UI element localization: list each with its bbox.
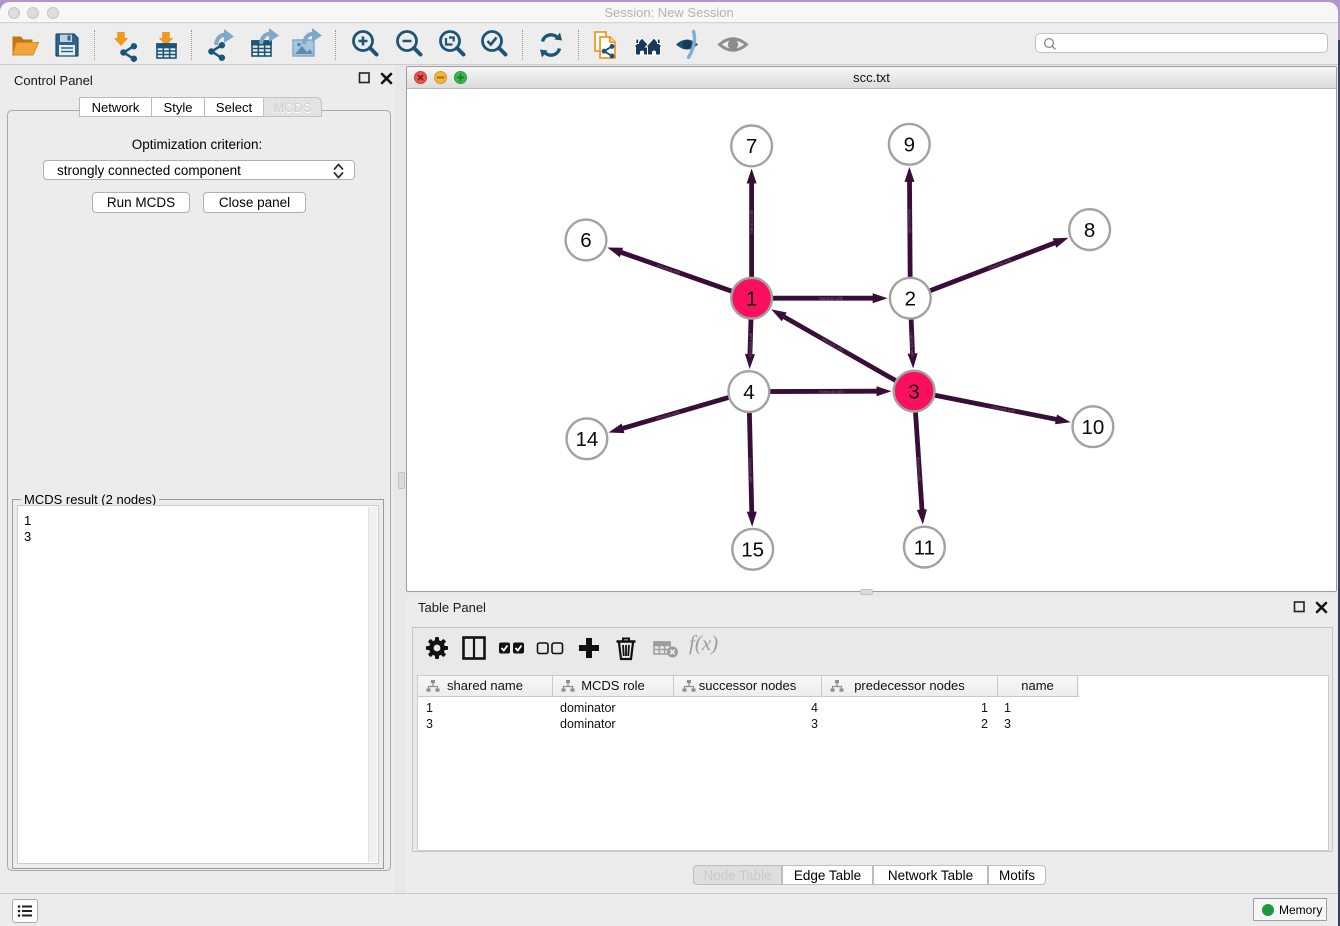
svg-text:interacts with: interacts with	[916, 457, 923, 482]
svg-text:interacts with: interacts with	[748, 458, 754, 483]
svg-text:10: 10	[1081, 416, 1104, 439]
svg-text:interacts with: interacts with	[747, 332, 753, 357]
svg-text:7: 7	[746, 135, 757, 158]
svg-text:interacts with: interacts with	[655, 409, 681, 421]
svg-text:interacts with: interacts with	[656, 263, 681, 276]
svg-text:14: 14	[575, 428, 598, 451]
svg-text:3: 3	[908, 380, 919, 403]
svg-text:6: 6	[580, 229, 591, 252]
svg-text:interacts with: interacts with	[821, 336, 845, 353]
svg-text:interacts with: interacts with	[991, 404, 1017, 414]
svg-text:interacts with: interacts with	[909, 332, 915, 357]
svg-text:4: 4	[743, 381, 754, 404]
svg-text:11: 11	[914, 536, 935, 559]
svg-text:interacts with: interacts with	[819, 296, 844, 301]
svg-text:8: 8	[1084, 219, 1095, 242]
svg-text:interacts with: interacts with	[988, 257, 1013, 271]
svg-text:15: 15	[741, 539, 764, 562]
svg-text:interacts with: interacts with	[819, 389, 844, 394]
svg-text:interacts with: interacts with	[749, 209, 754, 234]
svg-text:interacts with: interacts with	[907, 209, 912, 234]
svg-text:9: 9	[904, 134, 915, 157]
svg-text:2: 2	[905, 287, 916, 310]
svg-text:1: 1	[746, 287, 757, 310]
